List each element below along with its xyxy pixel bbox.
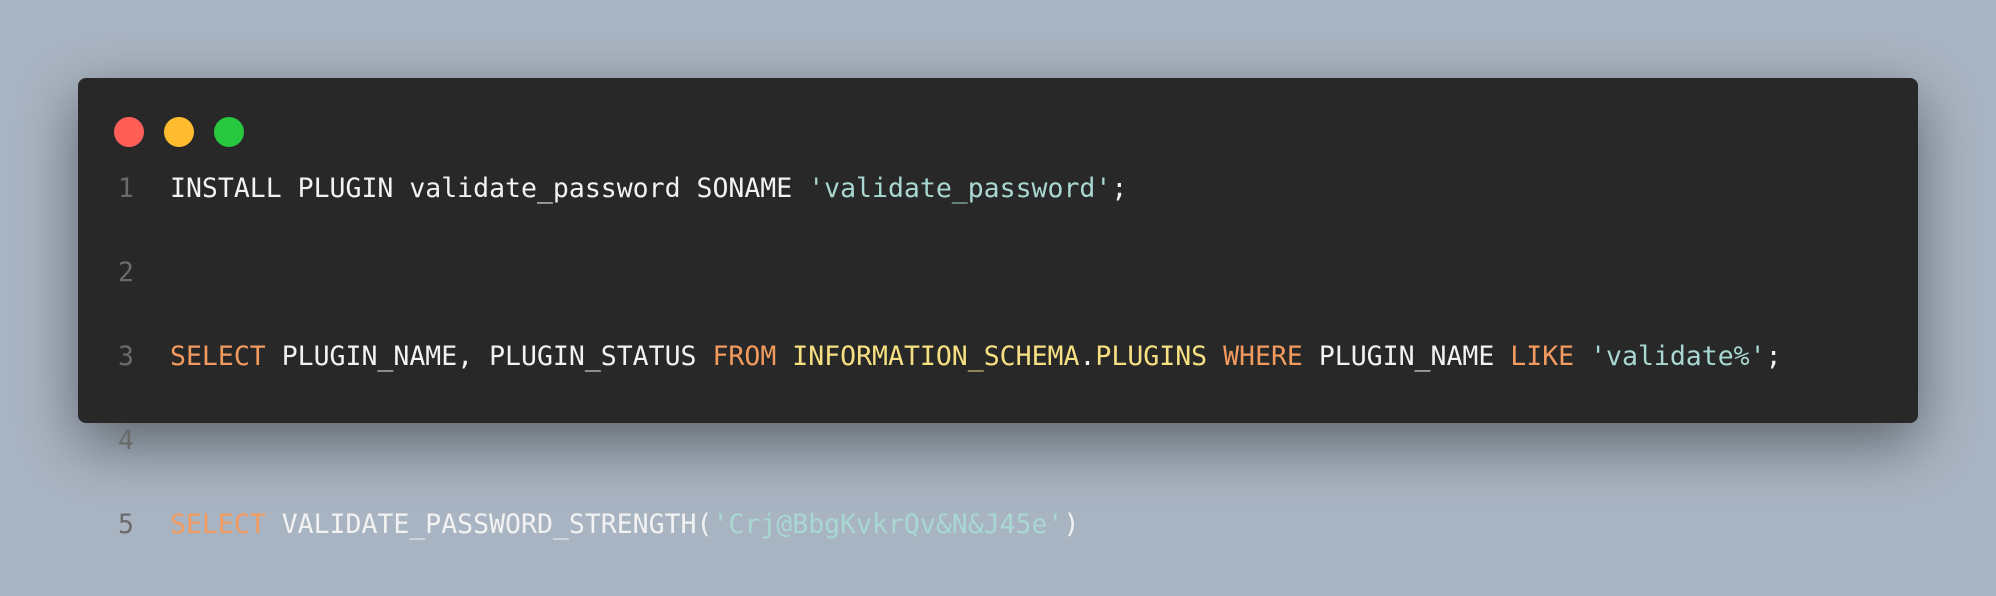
line-number: 2 xyxy=(118,257,134,288)
code-token-kw: LIKE xyxy=(1510,341,1575,372)
code-token-plain: ; xyxy=(1765,341,1782,372)
code-token-kw: SELECT xyxy=(170,509,266,540)
code-text: SELECT PLUGIN_NAME, PLUGIN_STATUS FROM I… xyxy=(170,341,1782,372)
code-token-kw: SELECT xyxy=(170,341,266,372)
code-text: INSTALL PLUGIN validate_password SONAME … xyxy=(170,173,1128,204)
code-token-plain: PLUGIN_NAME, PLUGIN_STATUS xyxy=(265,341,713,372)
code-token-kw: WHERE xyxy=(1223,341,1303,372)
code-block: 1 INSTALL PLUGIN validate_password SONAME… xyxy=(78,173,1918,596)
minimize-button[interactable] xyxy=(164,117,194,147)
code-token-str: 'validate%' xyxy=(1590,341,1766,372)
code-token-plain: PLUGIN_NAME xyxy=(1302,341,1511,372)
code-token-str: 'validate_password' xyxy=(808,173,1112,204)
window-controls xyxy=(114,117,244,147)
code-line: 1 INSTALL PLUGIN validate_password SONAME… xyxy=(78,173,1918,260)
code-token-plain: VALIDATE_PASSWORD_STRENGTH( xyxy=(265,509,713,540)
code-line: 2 xyxy=(78,257,1918,344)
code-token-plain: INSTALL PLUGIN validate_password SONAME xyxy=(170,173,809,204)
line-number: 5 xyxy=(118,509,134,540)
code-token-plain: ; xyxy=(1111,173,1128,204)
code-token-plain: ) xyxy=(1063,509,1080,540)
code-window: 1 INSTALL PLUGIN validate_password SONAME… xyxy=(78,78,1918,538)
code-text: SELECT VALIDATE_PASSWORD_STRENGTH('Crj@B… xyxy=(170,509,1080,540)
code-token-ident: INFORMATION_SCHEMA xyxy=(792,341,1080,372)
line-number: 1 xyxy=(118,173,134,204)
code-line: 3 SELECT PLUGIN_NAME, PLUGIN_STATUS FROM … xyxy=(78,341,1918,428)
line-number: 4 xyxy=(118,425,134,456)
maximize-button[interactable] xyxy=(214,117,244,147)
code-token-kw: FROM xyxy=(712,341,777,372)
code-token-ident: PLUGINS xyxy=(1095,341,1208,372)
code-line: 4 xyxy=(78,425,1918,512)
line-number: 3 xyxy=(118,341,134,372)
close-button[interactable] xyxy=(114,117,144,147)
code-line: 5 SELECT VALIDATE_PASSWORD_STRENGTH('Crj@… xyxy=(78,509,1918,596)
code-token-plain: . xyxy=(1079,341,1096,372)
code-token-str: 'Crj@BbgKvkrQv&N&J45e' xyxy=(712,509,1064,540)
